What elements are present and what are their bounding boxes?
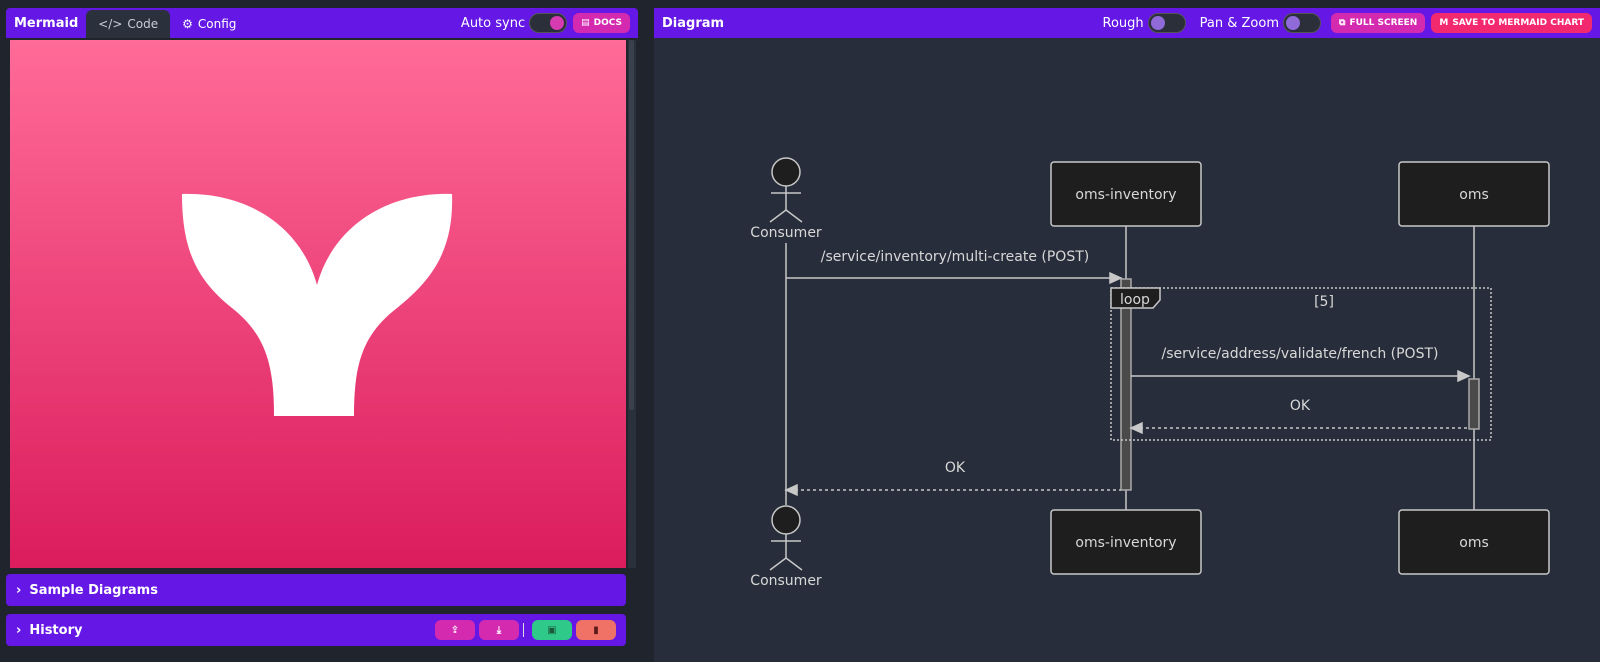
tab-code-label: Code	[127, 17, 159, 31]
upload-icon: ⇪	[450, 624, 460, 636]
history-label: History	[29, 622, 83, 638]
download-button[interactable]: ⤓	[479, 620, 519, 640]
tab-config-label: Config	[197, 17, 237, 31]
sample-diagrams-label: Sample Diagrams	[29, 582, 158, 598]
arrowhead	[1129, 421, 1143, 435]
save-to-mermaid-chart-label: SAVE TO MERMAID CHART	[1452, 18, 1584, 28]
code-editor[interactable]	[10, 40, 626, 568]
docs-button[interactable]: ▤ DOCS	[573, 13, 630, 33]
actor-label-bottom: Consumer	[750, 573, 822, 589]
save-to-mermaid-chart-button[interactable]: M SAVE TO MERMAID CHART	[1431, 13, 1592, 33]
mermaid-logo-icon	[182, 193, 453, 416]
pan-zoom-label: Pan & Zoom	[1199, 15, 1279, 31]
arrowhead	[1457, 369, 1471, 383]
participant-label: oms-inventory	[1075, 535, 1176, 551]
activation-oms	[1468, 378, 1480, 430]
book-icon: ▤	[581, 18, 590, 28]
diagram-pane: Diagram Rough Pan & Zoom ⧉ FULL SCREEN M…	[654, 8, 1600, 662]
rough-label: Rough	[1102, 15, 1144, 31]
editor-pane: Mermaid </> Code ⚙ Config Auto sync ▤ DO…	[6, 8, 638, 662]
loop-label: loop	[1120, 292, 1150, 308]
delete-button[interactable]: ▮	[576, 620, 616, 640]
tab-config[interactable]: ⚙ Config	[170, 10, 248, 38]
history-section[interactable]: › History ⇪ ⤓ ▣ ▮	[6, 614, 626, 646]
activation-oms-inventory	[1120, 278, 1132, 491]
actor-consumer-top	[769, 157, 803, 223]
trash-icon: ▮	[593, 624, 599, 636]
participant-label: oms-inventory	[1075, 187, 1176, 203]
download-icon: ⤓	[496, 624, 502, 636]
docs-label: DOCS	[593, 18, 622, 28]
save-button[interactable]: ▣	[532, 620, 572, 640]
arrowhead	[1109, 271, 1123, 285]
diagram-header: Diagram Rough Pan & Zoom ⧉ FULL SCREEN M…	[654, 8, 1600, 38]
code-icon: </>	[98, 17, 123, 31]
gears-icon: ⚙	[182, 17, 193, 31]
message-label-1: /service/inventory/multi-create (POST)	[821, 249, 1089, 265]
toggle-knob	[550, 16, 565, 30]
editor-scrollbar[interactable]	[628, 40, 636, 568]
brand-title: Mermaid	[14, 15, 79, 31]
chevron-right-icon: ›	[16, 622, 22, 638]
divider	[523, 623, 524, 637]
message-label-2: /service/address/validate/french (POST)	[1162, 346, 1439, 362]
message-label-4: OK	[945, 460, 966, 476]
rough-toggle[interactable]	[1147, 13, 1186, 33]
arrowhead	[784, 483, 798, 497]
actor-consumer-bottom	[769, 505, 803, 571]
sequence-diagram[interactable]: Consumer Consumer oms-inventory oms oms-…	[654, 38, 1600, 662]
auto-sync-label: Auto sync	[460, 15, 526, 31]
toggle-knob	[1286, 16, 1300, 30]
save-icon: ▣	[547, 624, 557, 636]
editor-header: Mermaid </> Code ⚙ Config Auto sync ▤ DO…	[6, 8, 638, 38]
external-link-icon: ⧉	[1339, 18, 1346, 28]
loop-condition: [5]	[1314, 294, 1334, 310]
participant-label: oms	[1459, 535, 1489, 551]
pan-zoom-toggle[interactable]	[1283, 13, 1321, 33]
toggle-knob	[1150, 16, 1165, 30]
chevron-right-icon: ›	[16, 582, 22, 598]
full-screen-button[interactable]: ⧉ FULL SCREEN	[1331, 13, 1426, 33]
loop-frame	[1110, 287, 1492, 441]
actor-label-top: Consumer	[750, 225, 822, 241]
diagram-title: Diagram	[662, 15, 725, 31]
full-screen-label: FULL SCREEN	[1349, 18, 1418, 28]
auto-sync-toggle[interactable]	[529, 13, 568, 33]
mermaid-chart-icon: M	[1439, 18, 1449, 28]
message-label-3: OK	[1290, 398, 1311, 414]
scrollbar-thumb[interactable]	[629, 40, 634, 410]
tab-code[interactable]: </> Code	[86, 10, 171, 38]
sample-diagrams-section[interactable]: › Sample Diagrams	[6, 574, 626, 606]
upload-button[interactable]: ⇪	[435, 620, 475, 640]
participant-label: oms	[1459, 187, 1489, 203]
